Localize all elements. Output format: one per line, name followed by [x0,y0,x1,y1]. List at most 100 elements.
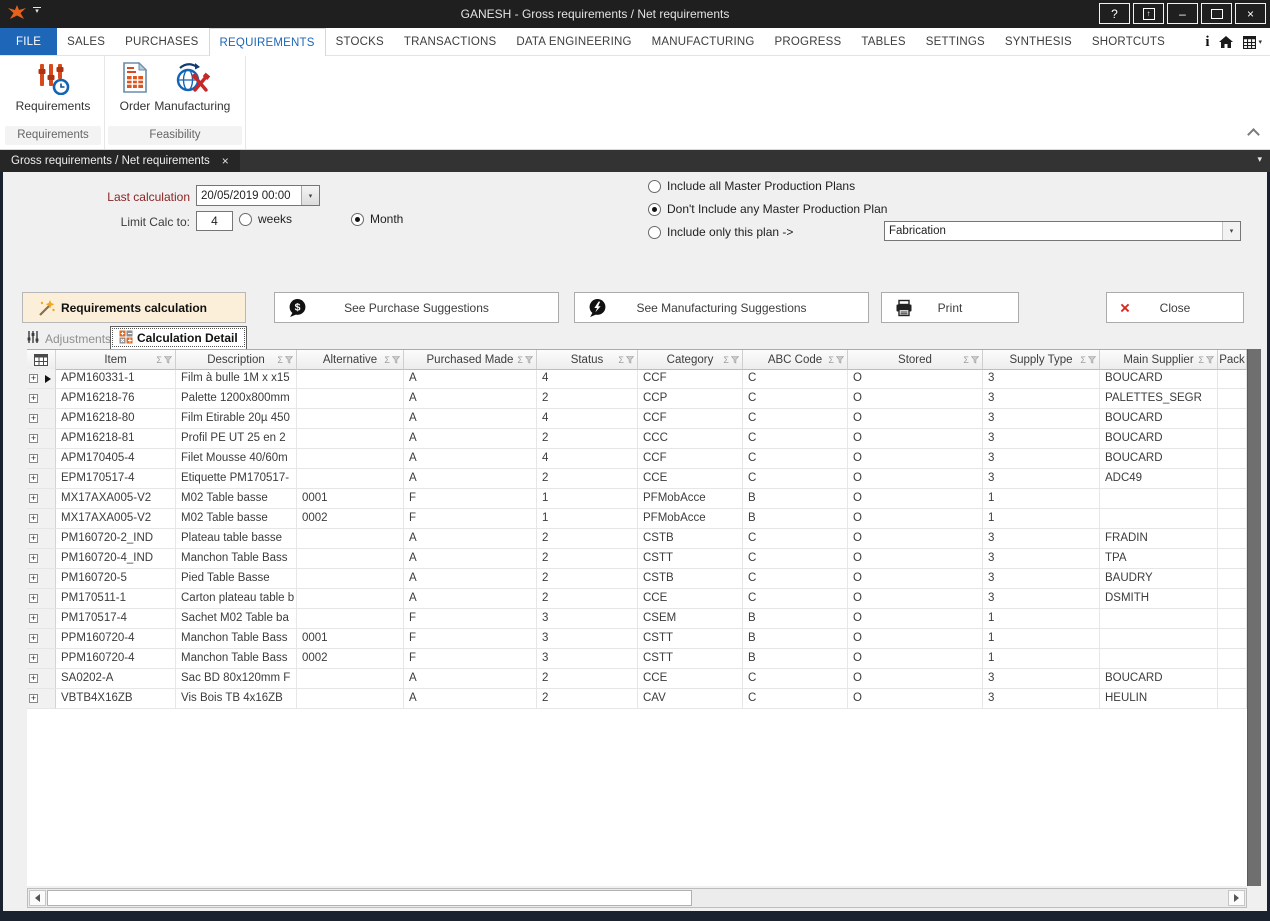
cell-pack[interactable] [1218,549,1247,569]
filter-funnel-icon[interactable] [392,356,400,364]
row-selector[interactable]: + [27,369,56,389]
cell-purchased-made[interactable]: F [404,509,537,529]
cell-item[interactable]: PM160720-4_IND [56,549,176,569]
col-header-stored[interactable]: StoredΣ [848,350,983,370]
cell-category[interactable]: CSTT [638,629,743,649]
cell-pack[interactable] [1218,509,1247,529]
include-only-plan-radio[interactable]: Include only this plan -> [648,225,793,239]
row-selector[interactable]: + [27,509,56,529]
cell-supply-type[interactable]: 3 [983,429,1100,449]
print-button[interactable]: Print [881,292,1019,323]
cell-supply-type[interactable]: 1 [983,489,1100,509]
cell-purchased-made[interactable]: A [404,589,537,609]
cell-status[interactable]: 2 [537,669,638,689]
row-expander-icon[interactable]: + [29,394,38,403]
cell-stored[interactable]: O [848,669,983,689]
row-expander-icon[interactable]: + [29,554,38,563]
cell-description[interactable]: Film à bulle 1M x x15 [176,369,297,389]
cell-abc-code[interactable]: B [743,609,848,629]
cell-category[interactable]: CSTT [638,649,743,669]
horizontal-scrollbar[interactable] [27,888,1247,908]
cell-item[interactable]: APM16218-81 [56,429,176,449]
row-selector[interactable]: + [27,689,56,709]
cell-abc-code[interactable]: C [743,449,848,469]
row-selector[interactable]: + [27,409,56,429]
cell-item[interactable]: PM160720-2_IND [56,529,176,549]
cell-purchased-made[interactable]: A [404,469,537,489]
cell-category[interactable]: PFMobAcce [638,489,743,509]
row-selector[interactable]: + [27,469,56,489]
cell-category[interactable]: CSTT [638,549,743,569]
tab-list-chevron-icon[interactable]: ▾ [1257,154,1262,165]
table-row[interactable]: +PM160720-2_INDPlateau table basseA2CSTB… [27,529,1247,549]
cell-supply-type[interactable]: 3 [983,409,1100,429]
menu-tab-purchases[interactable]: PURCHASES [115,28,208,55]
cell-pack[interactable] [1218,429,1247,449]
close-tab-icon[interactable]: × [222,154,229,168]
cell-pack[interactable] [1218,489,1247,509]
table-row[interactable]: +APM170405-4Filet Mousse 40/60mA4CCFCO3B… [27,449,1247,469]
filter-funnel-icon[interactable] [285,356,293,364]
cell-main-supplier[interactable] [1100,609,1218,629]
cell-category[interactable]: CSTB [638,529,743,549]
cell-item[interactable]: APM160331-1 [56,369,176,389]
cell-abc-code[interactable]: B [743,629,848,649]
quick-access-caret-icon[interactable]: ▾ [32,7,42,15]
col-header-pack[interactable]: Pack [1218,350,1247,370]
row-selector[interactable]: + [27,489,56,509]
cell-stored[interactable]: O [848,629,983,649]
cell-category[interactable]: CAV [638,689,743,709]
cell-abc-code[interactable]: B [743,649,848,669]
order-button[interactable]: Order [120,56,151,113]
row-selector[interactable]: + [27,629,56,649]
cell-category[interactable]: CCE [638,469,743,489]
table-row[interactable]: +MX17AXA005-V2M02 Table basse0002F1PFMob… [27,509,1247,529]
menu-tab-transactions[interactable]: TRANSACTIONS [394,28,507,55]
cell-supply-type[interactable]: 1 [983,609,1100,629]
cell-supply-type[interactable]: 3 [983,449,1100,469]
cell-stored[interactable]: O [848,409,983,429]
horizontal-scrollbar-thumb[interactable] [47,890,692,906]
cell-abc-code[interactable]: C [743,689,848,709]
row-expander-icon[interactable]: + [29,614,38,623]
row-expander-icon[interactable]: + [29,534,38,543]
cell-description[interactable]: M02 Table basse [176,509,297,529]
row-expander-icon[interactable]: + [29,634,38,643]
cell-supply-type[interactable]: 3 [983,589,1100,609]
cell-abc-code[interactable]: B [743,489,848,509]
combo-dropdown-button[interactable]: ▾ [301,186,319,205]
cell-pack[interactable] [1218,529,1247,549]
cell-supply-type[interactable]: 1 [983,629,1100,649]
cell-category[interactable]: CSEM [638,609,743,629]
filter-funnel-icon[interactable] [731,356,739,364]
row-expander-icon[interactable]: + [29,474,38,483]
month-radio[interactable]: Month [351,212,403,226]
cell-stored[interactable]: O [848,429,983,449]
cell-supply-type[interactable]: 3 [983,369,1100,389]
table-row[interactable]: +MX17AXA005-V2M02 Table basse0001F1PFMob… [27,489,1247,509]
cell-supply-type[interactable]: 1 [983,649,1100,669]
menu-tab-file[interactable]: FILE [0,28,57,55]
table-row[interactable]: +PPM160720-4Manchon Table Bass0001F3CSTT… [27,629,1247,649]
cell-category[interactable]: CCF [638,409,743,429]
sum-icon[interactable]: Σ [277,355,283,365]
col-header-abc-code[interactable]: ABC CodeΣ [743,350,848,370]
cell-status[interactable]: 2 [537,529,638,549]
row-selector[interactable]: + [27,529,56,549]
cell-pack[interactable] [1218,689,1247,709]
menu-tab-synthesis[interactable]: SYNTHESIS [995,28,1082,55]
cell-abc-code[interactable]: B [743,509,848,529]
sum-icon[interactable]: Σ [517,355,523,365]
menu-tab-settings[interactable]: SETTINGS [916,28,995,55]
document-tab-gross-net-requirements[interactable]: Gross requirements / Net requirements × [0,150,240,172]
cell-item[interactable]: APM16218-80 [56,409,176,429]
cell-item[interactable]: PPM160720-4 [56,629,176,649]
cell-status[interactable]: 2 [537,569,638,589]
cell-status[interactable]: 4 [537,449,638,469]
cell-alternative[interactable] [297,389,404,409]
cell-item[interactable]: PM170511-1 [56,589,176,609]
scroll-right-button[interactable] [1228,890,1245,906]
close-button[interactable]: × Close [1106,292,1244,323]
row-expander-icon[interactable]: + [29,574,38,583]
sum-icon[interactable]: Σ [384,355,390,365]
